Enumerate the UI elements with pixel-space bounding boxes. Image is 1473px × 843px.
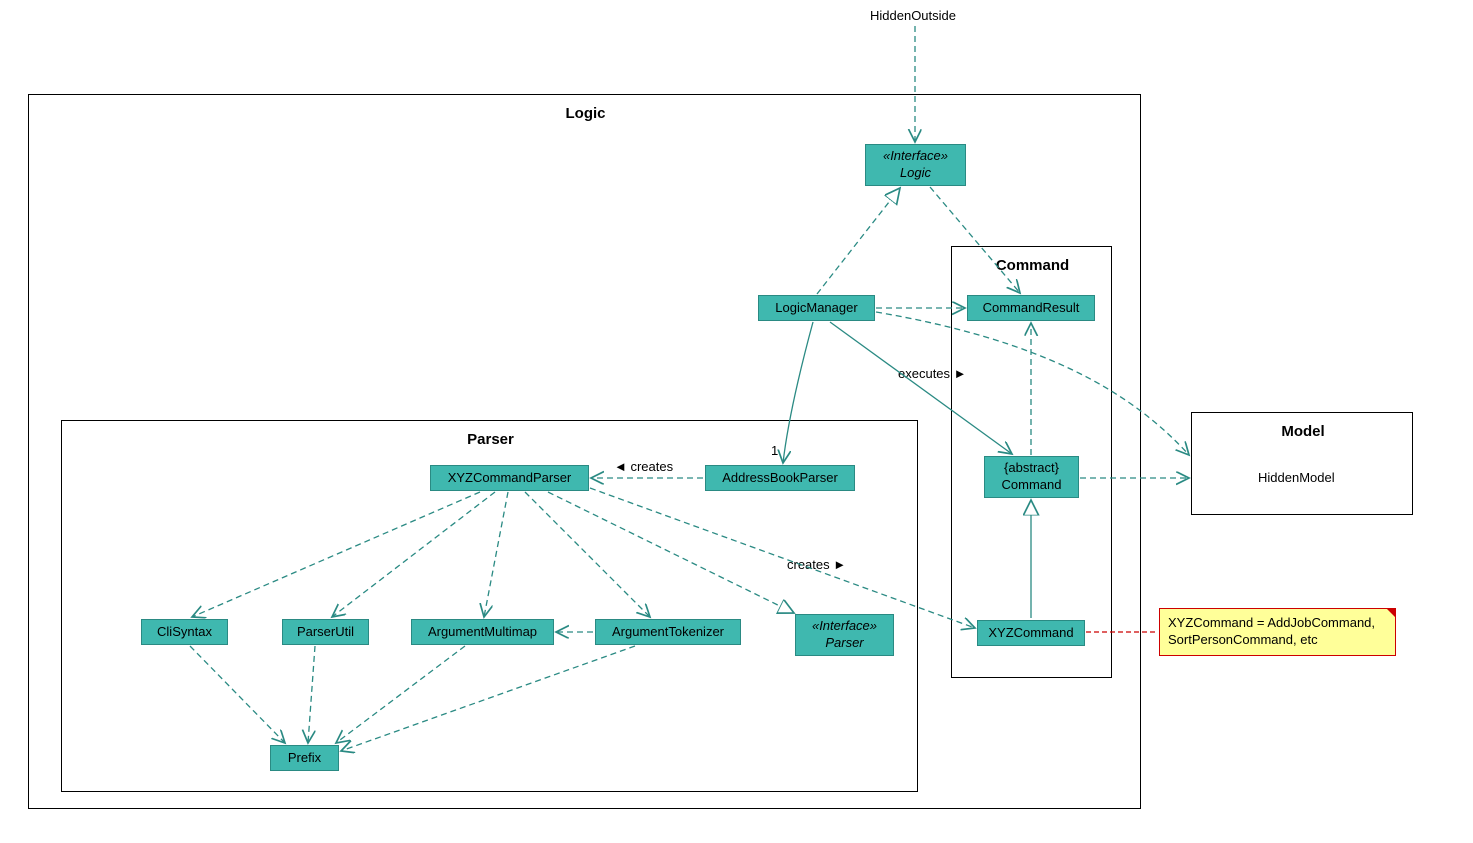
logic-manager-label: LogicManager: [775, 300, 857, 317]
hidden-model-label: HiddenModel: [1258, 470, 1335, 485]
argument-multimap-label: ArgumentMultimap: [428, 624, 537, 641]
xyz-command-label: XYZCommand: [988, 625, 1073, 642]
argument-multimap-node: ArgumentMultimap: [411, 619, 554, 645]
xyz-command-parser-node: XYZCommandParser: [430, 465, 589, 491]
argument-tokenizer-label: ArgumentTokenizer: [612, 624, 724, 641]
logic-package-title: Logic: [29, 105, 1142, 122]
model-package: Model: [1191, 412, 1413, 515]
note-line-2: SortPersonCommand, etc: [1168, 632, 1387, 649]
parser-interface-node: «Interface» Parser: [795, 614, 894, 656]
parser-package-title: Parser: [62, 431, 919, 448]
command-result-label: CommandResult: [983, 300, 1080, 317]
prefix-node: Prefix: [270, 745, 339, 771]
address-book-parser-node: AddressBookParser: [705, 465, 855, 491]
multiplicity-one: 1: [771, 443, 778, 458]
parser-interface-stereotype: «Interface»: [812, 618, 877, 635]
address-book-parser-label: AddressBookParser: [722, 470, 838, 487]
command-result-node: CommandResult: [967, 295, 1095, 321]
prefix-label: Prefix: [288, 750, 321, 767]
creates-label-2: creates ►: [787, 557, 846, 572]
xyz-command-note: XYZCommand = AddJobCommand, SortPersonCo…: [1159, 608, 1396, 656]
abstract-command-stereotype: {abstract}: [1004, 460, 1059, 477]
xyz-command-parser-label: XYZCommandParser: [448, 470, 572, 487]
logic-interface-node: «Interface» Logic: [865, 144, 966, 186]
parser-util-label: ParserUtil: [297, 624, 354, 641]
parser-util-node: ParserUtil: [282, 619, 369, 645]
logic-manager-node: LogicManager: [758, 295, 875, 321]
cli-syntax-node: CliSyntax: [141, 619, 228, 645]
xyz-command-node: XYZCommand: [977, 620, 1085, 646]
executes-label: executes ►: [898, 366, 967, 381]
command-package-title: Command: [952, 257, 1113, 274]
model-package-title: Model: [1192, 423, 1414, 440]
hidden-outside-label: HiddenOutside: [870, 8, 956, 23]
cli-syntax-label: CliSyntax: [157, 624, 212, 641]
abstract-command-node: {abstract} Command: [984, 456, 1079, 498]
logic-interface-name: Logic: [900, 165, 931, 182]
argument-tokenizer-node: ArgumentTokenizer: [595, 619, 741, 645]
parser-interface-name: Parser: [825, 635, 863, 652]
creates-label-1: ◄ creates: [614, 459, 673, 474]
logic-interface-stereotype: «Interface»: [883, 148, 948, 165]
abstract-command-name: Command: [1002, 477, 1062, 494]
note-line-1: XYZCommand = AddJobCommand,: [1168, 615, 1387, 632]
